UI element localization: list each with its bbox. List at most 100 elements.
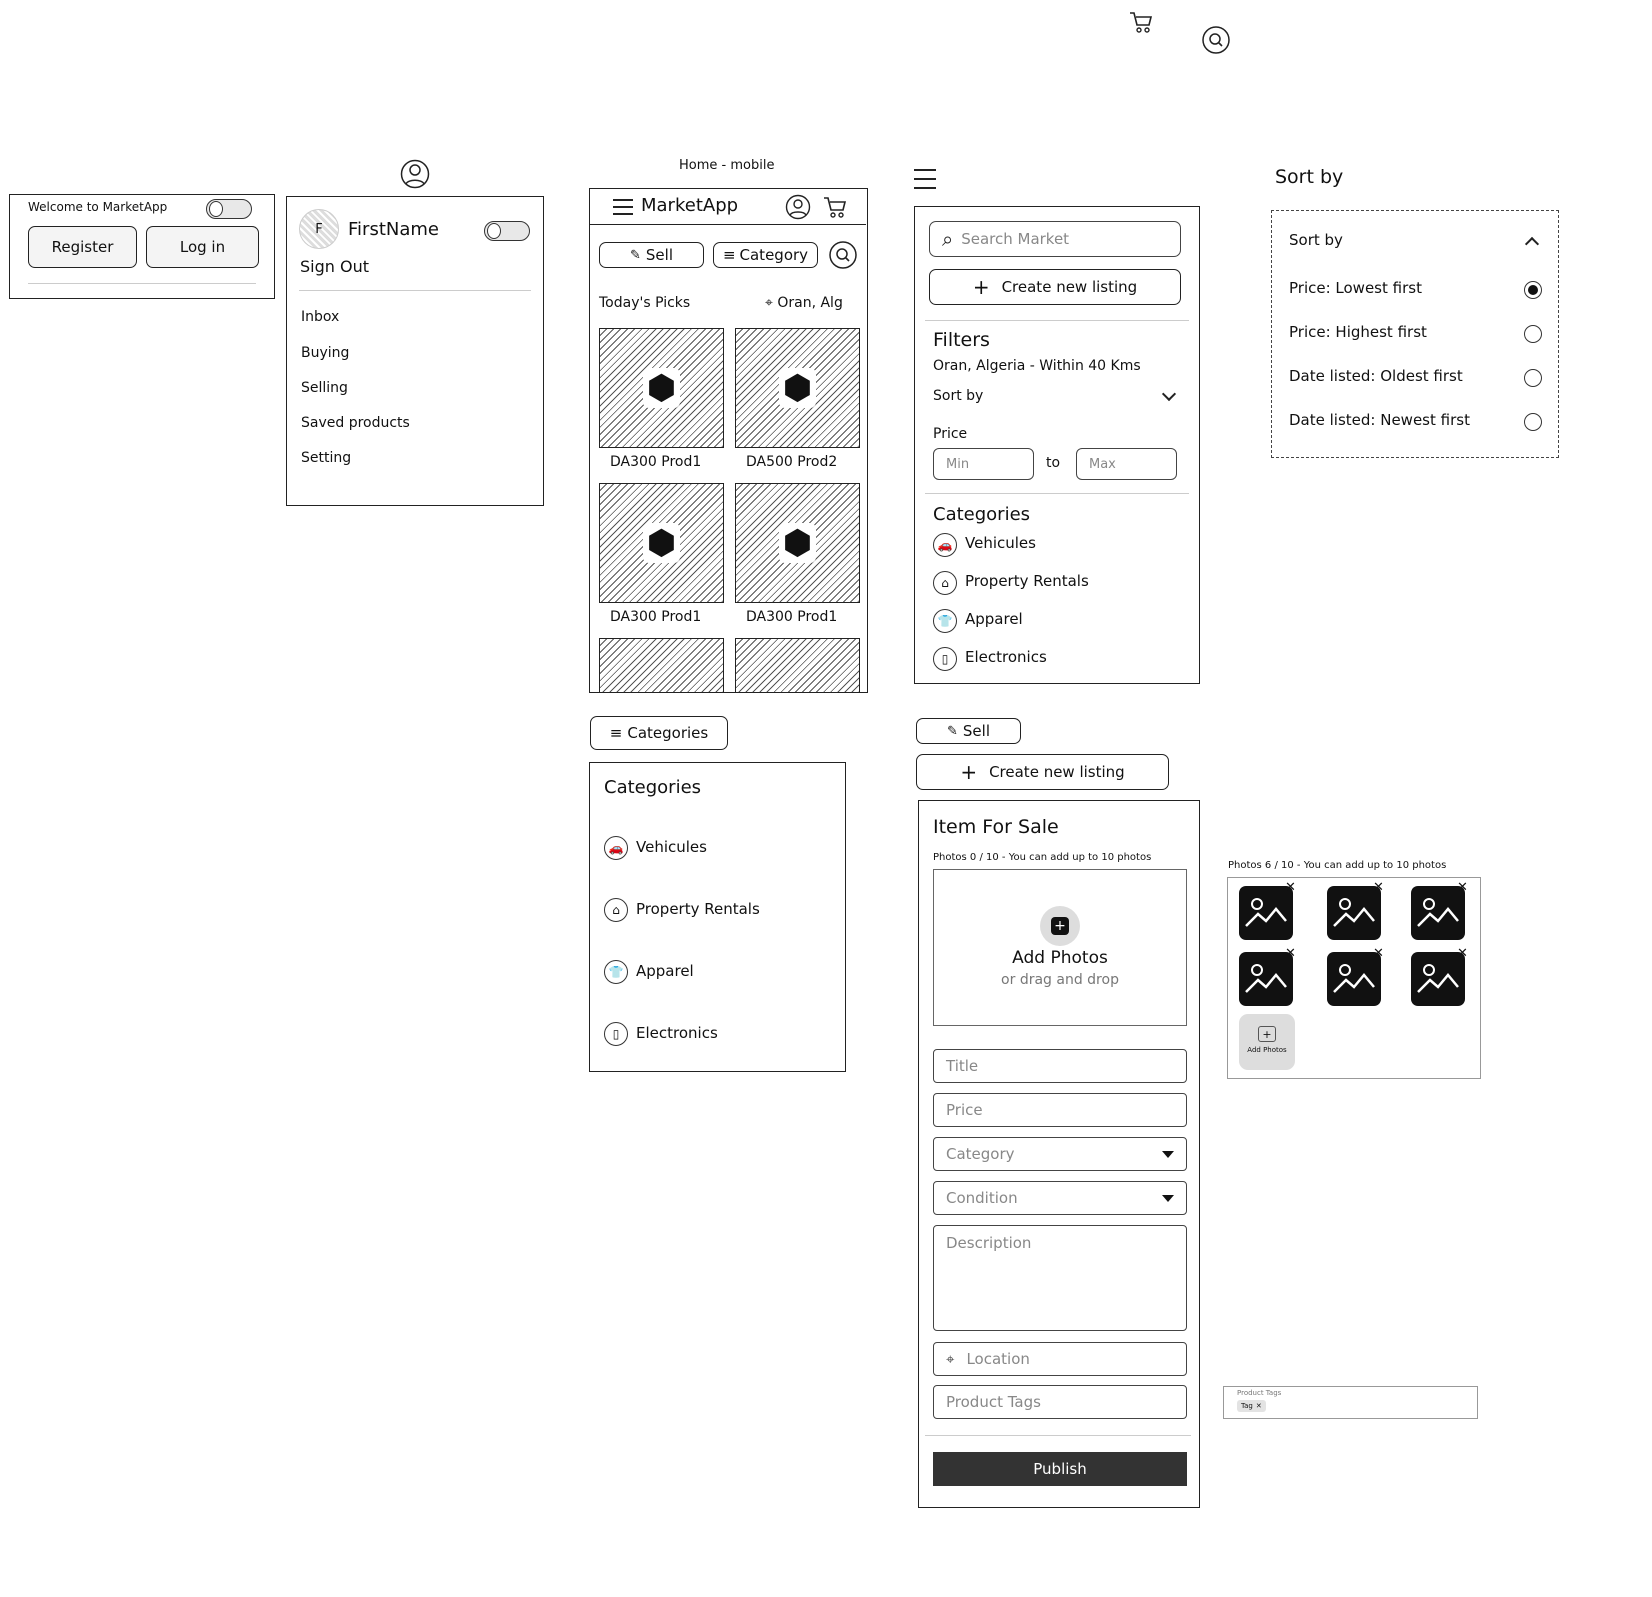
login-button[interactable]: Log in (146, 226, 259, 268)
sort-radio[interactable] (1524, 325, 1542, 343)
product-image[interactable]: ⬢ (735, 328, 860, 448)
description-textarea[interactable]: Description (933, 1225, 1187, 1331)
house-icon: ⌂ (604, 898, 628, 922)
category-electronics[interactable]: Electronics (636, 1024, 718, 1042)
category-property-rentals[interactable]: Property Rentals (636, 900, 760, 918)
sort-dropdown-label[interactable]: Sort by (1289, 231, 1343, 249)
filters-title: Filters (933, 329, 990, 351)
categories-title: Categories (604, 777, 702, 798)
package-icon: ⬢ (642, 523, 681, 563)
category-button[interactable]: ≡ Category (713, 242, 818, 268)
sort-radio[interactable] (1524, 413, 1542, 431)
product-image[interactable]: ⬢ (599, 328, 724, 448)
title-input[interactable]: Title (933, 1049, 1187, 1083)
category-select[interactable]: Category (933, 1137, 1187, 1171)
user-icon[interactable] (785, 194, 811, 220)
publish-button[interactable]: Publish (933, 1452, 1187, 1486)
sign-out-link[interactable]: Sign Out (300, 257, 369, 276)
add-photos-dropzone[interactable]: + Add Photos or drag and drop (933, 869, 1187, 1026)
profile-toggle[interactable] (484, 221, 530, 241)
photos-preview-panel: ✕ ✕ ✕ ✕ ✕ ✕ + Add Photos (1227, 877, 1481, 1079)
categories-panel: Categories 🚗 Vehicules ⌂ Property Rental… (589, 762, 846, 1072)
theme-toggle[interactable] (206, 199, 252, 219)
chevron-down-icon[interactable] (1161, 386, 1177, 402)
menu-item-inbox[interactable]: Inbox (301, 309, 339, 325)
user-icon[interactable] (400, 159, 430, 189)
menu-item-buying[interactable]: Buying (301, 345, 349, 361)
phone-icon: ▯ (604, 1022, 628, 1046)
remove-photo-icon[interactable]: ✕ (1285, 880, 1296, 895)
remove-photo-icon[interactable]: ✕ (1457, 880, 1468, 895)
location-input[interactable]: ⌖ Location (933, 1342, 1187, 1376)
product-tags-preview[interactable]: Product Tags Tag ✕ (1223, 1386, 1478, 1419)
condition-select[interactable]: Condition (933, 1181, 1187, 1215)
remove-tag-icon[interactable]: ✕ (1256, 1402, 1262, 1410)
search-icon[interactable] (1201, 25, 1231, 55)
category-vehicules[interactable]: Vehicules (965, 534, 1036, 552)
filter-location[interactable]: Oran, Algeria - Within 40 Kms (933, 358, 1141, 374)
sort-by-label[interactable]: Sort by (933, 388, 983, 404)
min-price-input[interactable]: Min (933, 448, 1034, 480)
add-photos-tile[interactable]: + Add Photos (1239, 1014, 1295, 1070)
product-label[interactable]: DA500 Prod2 (746, 454, 837, 470)
create-listing-button[interactable]: + Create new listing (929, 269, 1181, 305)
search-icon[interactable] (828, 240, 858, 270)
categories-button[interactable]: ≡ Categories (590, 716, 728, 750)
category-apparel[interactable]: Apparel (965, 610, 1023, 628)
sell-button[interactable]: ✎ Sell (916, 718, 1021, 744)
sort-radio[interactable] (1524, 369, 1542, 387)
hamburger-icon[interactable] (913, 168, 937, 190)
cart-icon[interactable] (1126, 8, 1156, 36)
divider (299, 290, 531, 291)
register-button[interactable]: Register (28, 226, 137, 268)
avatar-letter: F (315, 221, 323, 237)
category-property-rentals[interactable]: Property Rentals (965, 572, 1089, 590)
house-icon: ⌂ (933, 571, 957, 595)
divider (925, 320, 1189, 321)
product-label[interactable]: DA300 Prod1 (746, 609, 837, 625)
home-caption: Home - mobile (679, 158, 775, 173)
category-apparel[interactable]: Apparel (636, 962, 694, 980)
search-input[interactable]: ⌕ Search Market (929, 221, 1181, 257)
remove-photo-icon[interactable]: ✕ (1285, 946, 1296, 961)
menu-item-selling[interactable]: Selling (301, 380, 348, 396)
price-input[interactable]: Price (933, 1093, 1187, 1127)
sort-option[interactable]: Date listed: Newest first (1289, 411, 1470, 429)
chevron-up-icon[interactable] (1524, 236, 1540, 252)
categories-title: Categories (933, 504, 1031, 525)
menu-item-saved-products[interactable]: Saved products (301, 415, 410, 431)
sort-option[interactable]: Date listed: Oldest first (1289, 367, 1463, 385)
remove-photo-icon[interactable]: ✕ (1457, 946, 1468, 961)
sort-option[interactable]: Price: Highest first (1289, 323, 1427, 341)
max-price-input[interactable]: Max (1076, 448, 1177, 480)
product-image[interactable]: ⬢ (599, 483, 724, 603)
tag-chip[interactable]: Tag ✕ (1237, 1400, 1266, 1412)
welcome-panel: Welcome to MarketApp Register Log in (9, 194, 275, 299)
sell-label: Sell (962, 722, 990, 740)
avatar[interactable]: F (299, 209, 339, 249)
product-label[interactable]: DA300 Prod1 (610, 609, 701, 625)
create-listing-button[interactable]: + Create new listing (916, 754, 1169, 790)
hamburger-icon[interactable] (612, 198, 634, 216)
sell-button[interactable]: ✎ Sell (599, 242, 704, 268)
home-mobile-frame: MarketApp ✎ Sell ≡ Category Today's Picks … (589, 188, 868, 693)
product-image[interactable] (735, 638, 860, 692)
car-icon: 🚗 (933, 533, 957, 557)
sort-radio[interactable] (1524, 281, 1542, 299)
location-label[interactable]: ⌖ Oran, Alg (765, 295, 843, 311)
product-label[interactable]: DA300 Prod1 (610, 454, 701, 470)
image-icon (1245, 964, 1287, 993)
category-vehicules[interactable]: Vehicules (636, 838, 707, 856)
product-tags-input[interactable]: Product Tags (933, 1385, 1187, 1419)
sort-option[interactable]: Price: Lowest first (1289, 279, 1422, 297)
app-name: MarketApp (641, 195, 739, 216)
remove-photo-icon[interactable]: ✕ (1373, 946, 1384, 961)
cart-icon[interactable] (822, 195, 848, 219)
remove-photo-icon[interactable]: ✕ (1373, 880, 1384, 895)
category-select-label: Category (946, 1145, 1015, 1163)
category-electronics[interactable]: Electronics (965, 648, 1047, 666)
product-image[interactable] (599, 638, 724, 692)
phone-icon: ▯ (933, 647, 957, 671)
product-image[interactable]: ⬢ (735, 483, 860, 603)
menu-item-setting[interactable]: Setting (301, 450, 351, 466)
